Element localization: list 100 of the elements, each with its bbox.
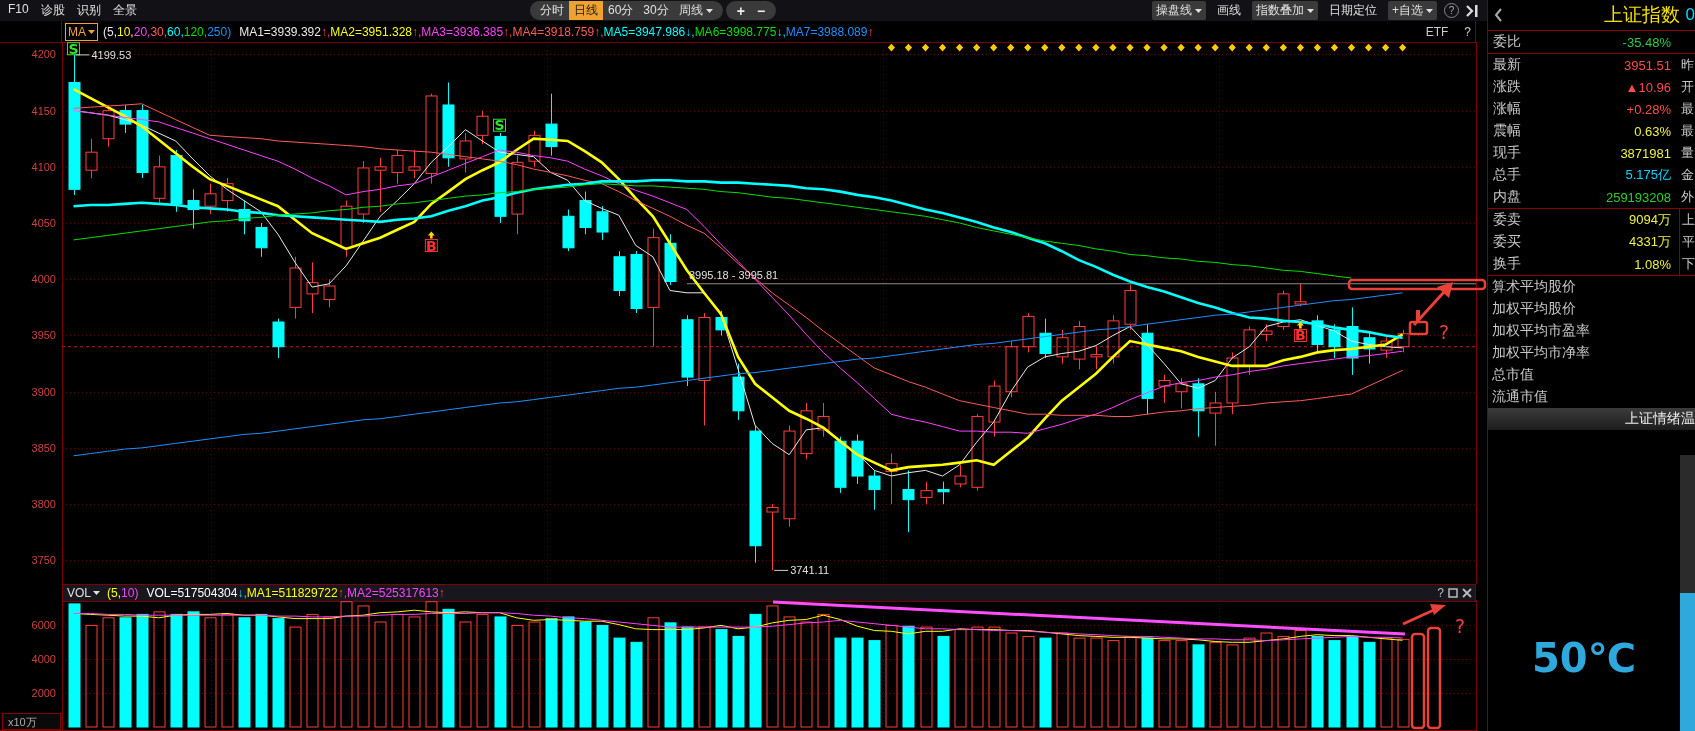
stat-label: 流通市值: [1491, 387, 1549, 406]
candlestick: [630, 250, 643, 314]
quote-value: 3951.51: [1624, 57, 1672, 73]
candlestick: [800, 402, 813, 460]
dropdown-button[interactable]: 指数叠加: [1252, 1, 1318, 20]
hand-drawn-arrow: [1402, 604, 1446, 626]
trend-arrow: ↓,: [685, 24, 695, 39]
candlestick: [476, 110, 489, 145]
toolbar-button[interactable]: 画线: [1213, 1, 1245, 20]
quote-value: 0.63%: [1634, 123, 1672, 139]
candlestick: [1124, 284, 1137, 331]
candlestick: [153, 155, 166, 204]
period-tab[interactable]: 分时: [535, 1, 569, 20]
dropdown-button[interactable]: +自选: [1388, 1, 1437, 20]
leader-line: [773, 569, 789, 571]
index-code: 0: [1685, 5, 1695, 25]
candlestick: [664, 233, 677, 286]
indicator-reading: =3951.328: [354, 24, 412, 39]
candlestick: [1226, 351, 1239, 415]
candlestick: [715, 310, 728, 336]
candlestick: [1090, 346, 1103, 370]
toolbar-link[interactable]: 诊股: [40, 2, 65, 19]
candlestick: [613, 250, 626, 297]
axis-label: 3850: [31, 441, 56, 454]
candlestick: [920, 481, 933, 505]
zoom-button[interactable]: −: [756, 2, 766, 19]
period-tab[interactable]: 30分: [638, 1, 674, 20]
quote-value: 259193208: [1605, 189, 1672, 205]
chart-tag[interactable]: ?: [1464, 24, 1471, 39]
zoom-button[interactable]: +: [736, 2, 745, 19]
quote-label: 最: [1680, 122, 1695, 140]
question-mark: ?: [1439, 321, 1450, 343]
quote-label: 委卖: [1492, 211, 1522, 229]
period-tab[interactable]: 周线: [673, 1, 718, 20]
quote-value: 1.08%: [1634, 256, 1672, 272]
up-arrow-icon: [427, 231, 435, 239]
chart-tag[interactable]: ETF: [1425, 24, 1449, 39]
question-mark: ?: [1455, 615, 1466, 637]
stat-label: 加权平均市盈率: [1491, 321, 1591, 340]
candlestick: [1346, 306, 1359, 376]
quote-label: 量: [1680, 144, 1695, 162]
series-name: MA2: [330, 24, 355, 39]
candlestick: [1158, 374, 1171, 404]
toolbar-button[interactable]: 日期定位: [1325, 1, 1381, 20]
toolbar-link[interactable]: 全景: [112, 2, 137, 19]
quote-value: ▲10.96: [1625, 79, 1672, 95]
dropdown-button[interactable]: 操盘线: [1152, 1, 1206, 20]
indicator-selector[interactable]: MA: [65, 22, 98, 41]
indicator-reading: =3998.775: [719, 24, 777, 39]
quote-label: 换手: [1492, 255, 1522, 273]
candlestick: [119, 104, 132, 134]
stat-label: 加权平均股价: [1491, 299, 1577, 318]
quote-label: 现手: [1492, 144, 1522, 162]
axis-label: 2000: [31, 687, 56, 700]
candlestick: [545, 93, 558, 157]
period-value: 20,: [133, 24, 151, 39]
candlestick: [1363, 332, 1376, 365]
candlestick: [851, 433, 864, 485]
axis-label: 6000: [31, 619, 56, 632]
period-tab[interactable]: 日线: [569, 1, 603, 20]
trend-arrow: ↑,: [594, 24, 604, 39]
candlestick: [323, 278, 336, 308]
quote-value: +0.28%: [1626, 101, 1672, 117]
toolbar-link[interactable]: 识别: [76, 2, 101, 19]
signal-marker: B: [1293, 327, 1307, 344]
period-tab[interactable]: 60分: [603, 1, 639, 20]
candlestick: [868, 469, 881, 511]
collapse-icon[interactable]: [1466, 4, 1479, 17]
section-header: 上证情绪温: [1488, 408, 1695, 430]
axis-label: 4200: [31, 48, 56, 61]
toolbar-link[interactable]: F10: [8, 2, 29, 19]
quote-value: -35.48%: [1622, 34, 1672, 50]
candlestick: [1397, 329, 1410, 353]
candlestick: [1175, 377, 1188, 410]
hand-drawn-candle: [1408, 310, 1429, 336]
indicator-reading: =3918.759: [537, 24, 595, 39]
period-value: 60,: [167, 24, 184, 39]
series-name: MA5: [603, 24, 629, 39]
price-label: 4199.53: [91, 48, 132, 61]
candlestick: [954, 464, 967, 488]
quote-label: 上: [1679, 209, 1695, 231]
candlestick: [885, 453, 898, 505]
quote-label: 外: [1680, 188, 1695, 206]
candlestick: [528, 130, 541, 168]
candlestick: [85, 138, 98, 179]
candlestick: [1277, 290, 1290, 331]
quote-value: 5.175亿: [1625, 166, 1672, 184]
candlestick: [391, 149, 404, 185]
indicator-reading: =3939.392: [263, 24, 321, 39]
candlestick: [596, 205, 609, 241]
chevron-left-icon[interactable]: [1494, 8, 1503, 22]
quote-label: 开: [1680, 78, 1695, 96]
candlestick: [1380, 335, 1393, 359]
candlestick: [459, 132, 472, 173]
caret-icon: [1195, 8, 1202, 13]
axis-label: 4050: [31, 217, 56, 230]
stat-label: 加权平均市净率: [1491, 343, 1591, 362]
price-label: 3741.11: [790, 564, 830, 577]
candlestick: [1328, 323, 1341, 359]
candlestick: [374, 157, 387, 213]
